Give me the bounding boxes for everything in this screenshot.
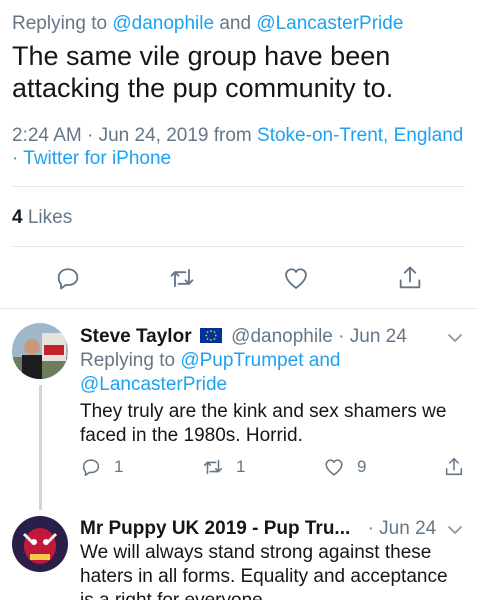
tweet-timestamp: 2:24 AM · Jun 24, 2019 from — [12, 125, 252, 146]
avatar[interactable] — [12, 323, 68, 379]
heart-icon[interactable] — [282, 264, 310, 292]
like-action[interactable]: 9 — [323, 456, 366, 478]
reply-header: Steve Taylor @danophile · Jun 24 — [80, 325, 407, 349]
tweet-text: The same vile group have been attacking … — [12, 41, 394, 103]
mention-link-puptrumpet[interactable]: @PupTrumpet — [180, 350, 303, 371]
likes-count: 4 — [12, 207, 23, 228]
replying-and-label: and — [308, 350, 341, 371]
reply-text: They truly are the kink and sex shamers … — [80, 401, 447, 446]
reply-text: We will always stand strong against thes… — [80, 542, 448, 600]
share-icon — [445, 457, 463, 476]
retweet-action[interactable]: 1 — [202, 456, 245, 478]
author-name[interactable]: Steve Taylor — [80, 326, 192, 347]
retweet-icon — [203, 459, 223, 475]
retweet-count: 1 — [236, 457, 246, 476]
replying-to-label: Replying to — [12, 13, 108, 34]
chevron-down-icon[interactable] — [446, 524, 464, 536]
share-action[interactable] — [443, 456, 465, 478]
tweet-location-link[interactable]: Stoke-on-Trent, England — [257, 125, 463, 146]
retweet-icon[interactable] — [168, 264, 196, 292]
reply-action[interactable]: 1 — [80, 456, 123, 478]
reply-icon[interactable] — [54, 264, 82, 292]
likes-summary[interactable]: 4 Likes — [12, 206, 72, 230]
share-icon[interactable] — [396, 264, 424, 292]
reply-tweet[interactable]: Steve Taylor @danophile · Jun 24 Replyin… — [0, 308, 477, 510]
reply-date: · Jun 24 — [367, 518, 437, 539]
replying-and-label: and — [219, 13, 252, 34]
thread-connector — [39, 385, 42, 510]
replying-to-line: Replying to @danophile and @LancasterPri… — [12, 12, 403, 36]
reply-count: 1 — [114, 457, 124, 476]
likes-label: Likes — [27, 207, 73, 228]
reply-icon — [82, 459, 100, 477]
tweet-meta: 2:24 AM · Jun 24, 2019 from Stoke-on-Tre… — [12, 124, 463, 148]
replying-to-label: Replying to — [80, 350, 176, 371]
eu-flag-icon — [199, 328, 222, 343]
divider — [12, 186, 465, 187]
reply-header: Mr Puppy UK 2019 - Pup Tru... · Jun 24 — [80, 517, 436, 541]
mention-link-lancasterpride[interactable]: @LancasterPride — [256, 13, 403, 34]
like-count: 9 — [357, 457, 367, 476]
divider — [12, 246, 465, 247]
tweet-client-link[interactable]: · Twitter for iPhone — [12, 147, 171, 171]
author-handle[interactable]: @danophile — [231, 326, 333, 347]
reply-replying-to: Replying to @PupTrumpet and — [80, 349, 340, 373]
mention-link-danophile[interactable]: @danophile — [112, 13, 214, 34]
avatar[interactable] — [12, 516, 68, 572]
chevron-down-icon[interactable] — [446, 332, 464, 344]
heart-icon — [325, 459, 343, 476]
reply-tweet[interactable]: Mr Puppy UK 2019 - Pup Tru... · Jun 24 W… — [0, 506, 477, 600]
author-name[interactable]: Mr Puppy UK 2019 - Pup Tru... — [80, 518, 350, 539]
mention-link-lancasterpride[interactable]: @LancasterPride — [80, 373, 227, 397]
reply-date: · Jun 24 — [338, 326, 407, 347]
